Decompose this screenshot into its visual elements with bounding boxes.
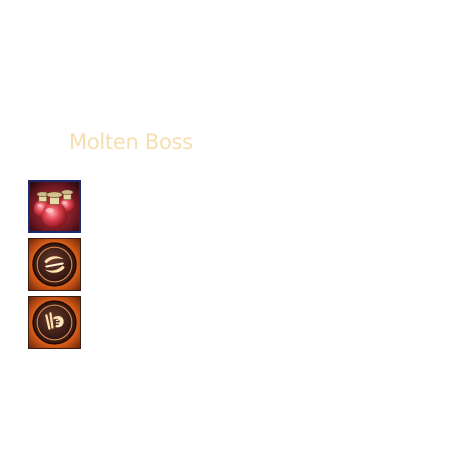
ability-slot-claw[interactable] [28, 296, 81, 349]
ability-slot-swirl[interactable] [28, 238, 81, 291]
fire-claw-rune-icon [29, 297, 80, 348]
boss-name-title: Molten Boss [69, 130, 193, 154]
fire-swirl-rune-icon [29, 239, 80, 290]
game-screen: Molten Boss [0, 0, 469, 469]
potion-flasks-icon [30, 182, 79, 231]
ability-slot-potion[interactable] [28, 180, 81, 233]
